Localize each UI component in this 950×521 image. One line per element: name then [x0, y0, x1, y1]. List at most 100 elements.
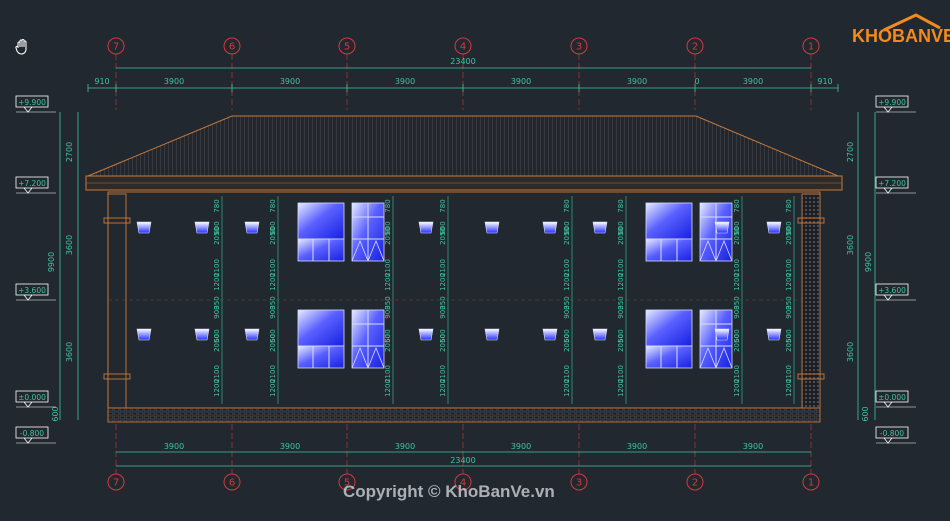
vent-window [136, 328, 152, 341]
left-dim-9900: 9900 [47, 252, 56, 272]
window-dim-label: 780 [617, 199, 625, 212]
window-dim-label: 1200 [617, 273, 625, 291]
bottom-segment-dim: 3900 [164, 442, 184, 451]
window-large [297, 309, 345, 369]
axis-marker-6: 6 [223, 37, 241, 110]
vent-window [484, 221, 500, 234]
window-dim-label: 2050 [384, 334, 392, 352]
bottom-total-dim: 23400 [450, 456, 475, 465]
level-label: +9.900 [878, 98, 906, 107]
axis-label: 3 [576, 42, 582, 53]
right-vertical-dims: 2700 9900 3600 3600 600 [846, 112, 876, 422]
vent-window [484, 328, 500, 341]
vent-window [592, 328, 608, 341]
axis-marker-7: 7 [107, 424, 125, 491]
window-dim-label: 900 [785, 305, 793, 318]
window-dim-label: 1200 [733, 379, 741, 397]
axis-marker-6: 6 [223, 424, 241, 491]
window-dim-label: 2050 [213, 227, 221, 245]
level-marker: ±0.000 [875, 390, 916, 408]
vent-window [714, 221, 730, 234]
window-dim-label: 2050 [785, 227, 793, 245]
top-segment-dim: 910 [94, 77, 109, 86]
window-casement [351, 202, 385, 262]
window-dim-label: 780 [439, 199, 447, 212]
axis-marker-7: 7 [107, 37, 125, 110]
window-dim-label: 2050 [439, 227, 447, 245]
vent-window [418, 328, 434, 341]
level-label: +3.600 [18, 286, 46, 295]
right-dim-600: 600 [861, 406, 870, 421]
top-segment-dim: 3900 [511, 77, 531, 86]
window-dim-label: 2050 [269, 334, 277, 352]
axis-marker-5: 5 [338, 37, 356, 110]
window-casement [351, 309, 385, 369]
brand-logo: KHOBANVE [852, 12, 950, 52]
left-column [107, 193, 127, 409]
window-dim-label: 900 [733, 305, 741, 318]
vent-window [244, 221, 260, 234]
window-dim-label: 900 [563, 305, 571, 318]
vent-window [714, 328, 730, 341]
plinth [107, 407, 821, 423]
level-label: -0.800 [880, 429, 904, 438]
window-dim-label: 2050 [213, 334, 221, 352]
window-dim-label: 2050 [733, 334, 741, 352]
window-dim-label: 1200 [785, 379, 793, 397]
axis-marker-1: 1 [802, 37, 820, 110]
window-dim-label: 1200 [563, 379, 571, 397]
level-label: +9.900 [18, 98, 46, 107]
window-large [645, 309, 693, 369]
window-dim-label: 1200 [785, 273, 793, 291]
window-dim-label: 900 [617, 305, 625, 318]
level-marker: ±0.000 [15, 390, 56, 408]
right-level-markers: +9.900 +7.200 +3.600 ±0.000 -0.800 [875, 95, 916, 444]
vent-window [766, 221, 782, 234]
axis-label: 6 [229, 478, 235, 489]
window-dim-label: 1200 [269, 379, 277, 397]
axis-marker-2: 2 [686, 37, 704, 110]
level-label: +7.200 [878, 179, 906, 188]
axis-label: 6 [229, 42, 235, 53]
building-elevation [85, 115, 843, 423]
vent-window [194, 328, 210, 341]
window-dim-label: 780 [563, 199, 571, 212]
window-dim-label: 900 [269, 305, 277, 318]
pan-hand-icon[interactable] [14, 38, 34, 58]
window-dim-label: 2050 [617, 334, 625, 352]
top-grid-axes: 7 6 5 4 3 2 1 [107, 37, 820, 110]
window-dim-label: 2050 [617, 227, 625, 245]
vent-window [244, 328, 260, 341]
window-dim-label: 1200 [733, 273, 741, 291]
left-dim-2700: 2700 [65, 142, 74, 162]
window-dim-label: 780 [733, 199, 741, 212]
axis-marker-3: 3 [570, 424, 588, 491]
top-segment-dim: 3900 [280, 77, 300, 86]
logo-text: KHOBANVE [852, 26, 950, 46]
vent-window [194, 221, 210, 234]
top-total-dim: 23400 [450, 57, 475, 66]
bottom-segment-dim: 3900 [395, 442, 415, 451]
level-marker: +7.200 [875, 176, 916, 194]
level-label: +7.200 [18, 179, 46, 188]
window-large [645, 202, 693, 262]
window-dim-label: 2050 [439, 334, 447, 352]
axis-label: 4 [460, 42, 466, 53]
window-dim-label: 1200 [213, 379, 221, 397]
level-label: ±0.000 [18, 393, 46, 402]
axis-marker-2: 2 [686, 424, 704, 491]
axis-label: 7 [113, 42, 119, 53]
level-label: -0.800 [20, 429, 44, 438]
level-label: +3.600 [878, 286, 906, 295]
level-label: ±0.000 [878, 393, 906, 402]
right-column [801, 193, 821, 409]
window-dim-label: 1200 [384, 379, 392, 397]
bottom-segment-dim: 3900 [280, 442, 300, 451]
window-dim-label: 780 [213, 199, 221, 212]
right-dim-3600a: 3600 [846, 235, 855, 255]
top-segment-dim: 3900 [164, 77, 184, 86]
top-segment-dim: 910 [817, 77, 832, 86]
window-dim-label: 1200 [439, 273, 447, 291]
window-dim-label: 900 [439, 305, 447, 318]
axis-marker-5: 5 [338, 424, 356, 491]
